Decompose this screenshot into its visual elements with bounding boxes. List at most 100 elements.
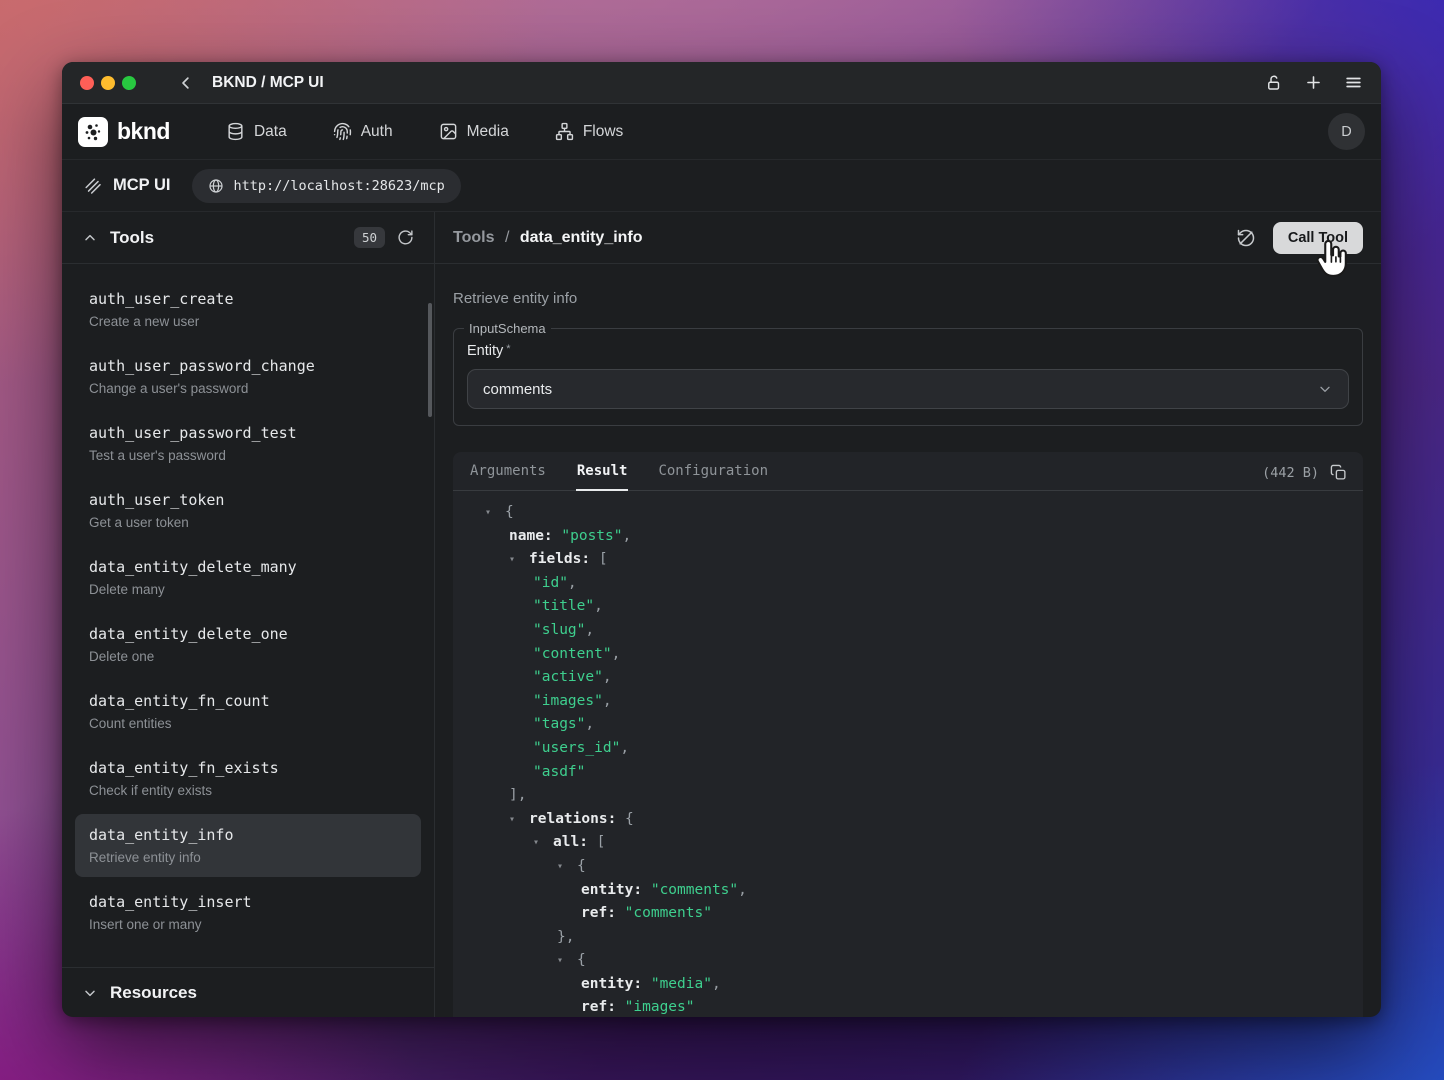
- tool-item-data_entity_info[interactable]: data_entity_info Retrieve entity info: [75, 814, 421, 877]
- breadcrumb: Tools / data_entity_info: [453, 229, 643, 247]
- json-line: ▾{: [469, 501, 1347, 525]
- result-tabs: Arguments Result Configuration: [453, 452, 1363, 491]
- result-size-label: (442 B): [1262, 465, 1319, 481]
- collapse-arrow-icon[interactable]: ▾: [485, 501, 505, 525]
- tool-description: Check if entity exists: [89, 783, 407, 798]
- chevron-down-icon: [1317, 381, 1333, 397]
- json-line: "title",: [469, 595, 1347, 619]
- copy-result-button[interactable]: [1330, 464, 1347, 481]
- tool-name: auth_user_password_test: [89, 424, 407, 442]
- json-line: name: "posts",: [469, 525, 1347, 549]
- tab-configuration[interactable]: Configuration: [657, 452, 769, 491]
- tool-name: data_entity_info: [89, 826, 407, 844]
- tool-description: Retrieve entity info: [89, 850, 407, 865]
- breadcrumb-section[interactable]: Tools: [453, 229, 494, 246]
- copy-icon: [1330, 464, 1347, 481]
- tool-item-data_entity_insert[interactable]: data_entity_insertInsert one or many: [75, 881, 421, 944]
- required-marker: *: [506, 343, 510, 355]
- chevron-up-icon: [82, 230, 98, 246]
- resources-section-header[interactable]: Resources: [62, 967, 434, 1017]
- json-line: "asdf": [469, 761, 1347, 785]
- call-tool-button[interactable]: Call Tool: [1273, 222, 1363, 254]
- new-tab-button[interactable]: [1304, 73, 1323, 92]
- fingerprint-icon: [333, 122, 352, 141]
- brand-name: bknd: [117, 118, 170, 145]
- back-button[interactable]: [177, 74, 195, 92]
- json-line: ▾{: [469, 855, 1347, 879]
- entity-select-value: comments: [483, 381, 552, 398]
- tab-result[interactable]: Result: [576, 452, 629, 491]
- nav-item-media[interactable]: Media: [439, 122, 509, 141]
- maximize-window-button[interactable]: [122, 76, 136, 90]
- menu-icon: [1344, 73, 1363, 92]
- tool-name: auth_user_token: [89, 491, 407, 509]
- tool-name: data_entity_insert: [89, 893, 407, 911]
- nav-item-data[interactable]: Data: [226, 122, 287, 141]
- user-avatar[interactable]: D: [1328, 113, 1365, 150]
- tool-item-data_entity_delete_many[interactable]: data_entity_delete_many Delete many: [75, 546, 421, 609]
- tool-item-auth_user_token[interactable]: auth_user_token Get a user token: [75, 479, 421, 542]
- close-window-button[interactable]: [80, 76, 94, 90]
- json-line: "users_id",: [469, 737, 1347, 761]
- tool-detail-panel: Tools / data_entity_info Call Tool Retri…: [435, 212, 1381, 1017]
- tools-count-badge: 50: [354, 227, 385, 248]
- mcp-bar: MCP UI http://localhost:28623/mcp: [62, 160, 1381, 212]
- resources-section-title: Resources: [110, 983, 197, 1003]
- sidebar-scrollbar-thumb[interactable]: [428, 303, 432, 417]
- window-titlebar: BKND / MCP UI: [62, 62, 1381, 104]
- window-menu-button[interactable]: [1344, 73, 1363, 92]
- entity-select[interactable]: comments: [467, 369, 1349, 409]
- nav-item-label: Data: [254, 123, 287, 141]
- brand[interactable]: bknd: [78, 117, 170, 147]
- tool-description: Delete many: [89, 582, 407, 597]
- tool-item-data_entity_fn_count[interactable]: data_entity_fn_countCount entities: [75, 680, 421, 743]
- collapse-arrow-icon[interactable]: ▾: [557, 855, 577, 879]
- json-line: ▾{: [469, 949, 1347, 973]
- nav-item-flows[interactable]: Flows: [555, 122, 623, 141]
- tab-arguments[interactable]: Arguments: [469, 452, 547, 491]
- collapse-arrow-icon[interactable]: ▾: [533, 831, 553, 855]
- layers-stack-icon: [83, 176, 102, 195]
- json-line: ▾relations: {: [469, 808, 1347, 832]
- collapse-arrow-icon[interactable]: ▾: [509, 808, 529, 832]
- tool-item-auth_user_password_change[interactable]: auth_user_password_change Change a user's…: [75, 345, 421, 408]
- json-result-viewer: ▾{name: "posts",▾fields: ["id","title","…: [453, 491, 1363, 1017]
- history-off-button[interactable]: [1236, 228, 1256, 248]
- server-url-pill[interactable]: http://localhost:28623/mcp: [192, 169, 460, 203]
- nav-items: Data Auth Media Flows: [226, 122, 623, 141]
- refresh-tools-button[interactable]: [397, 229, 414, 246]
- tool-description: Get a user token: [89, 515, 407, 530]
- tools-section-header[interactable]: Tools 50: [62, 212, 434, 264]
- tool-name: auth_user_create: [89, 290, 407, 308]
- tools-section-title: Tools: [110, 228, 154, 248]
- json-line: "tags",: [469, 713, 1347, 737]
- collapse-arrow-icon[interactable]: ▾: [509, 548, 529, 572]
- lock-open-icon: [1265, 74, 1283, 92]
- minimize-window-button[interactable]: [101, 76, 115, 90]
- result-card: ArgumentsResultConfiguration (442 B) ▾{n…: [453, 452, 1363, 1017]
- tool-name: data_entity_delete_many: [89, 558, 407, 576]
- tool-item-auth_user_password_test[interactable]: auth_user_password_testTest a user's pas…: [75, 412, 421, 475]
- history-off-icon: [1236, 228, 1256, 248]
- input-schema-fieldset: InputSchema Entity* comments: [453, 321, 1363, 426]
- json-line: entity: "media",: [469, 973, 1347, 997]
- tool-description: Change a user's password: [89, 381, 407, 396]
- entity-field-label: Entity*: [467, 343, 1349, 359]
- json-line: ▾fields: [: [469, 548, 1347, 572]
- tool-name: data_entity_delete_one: [89, 625, 407, 643]
- app-window: BKND / MCP UI bknd Data Auth Media Flows D: [62, 62, 1381, 1017]
- tool-item-data_entity_fn_exists[interactable]: data_entity_fn_existsCheck if entity exi…: [75, 747, 421, 810]
- tool-detail-header: Tools / data_entity_info Call Tool: [435, 212, 1381, 264]
- json-line: ],: [469, 784, 1347, 808]
- tool-list: auth_user_createCreate a new userauth_us…: [62, 264, 434, 967]
- tool-item-data_entity_delete_one[interactable]: data_entity_delete_oneDelete one: [75, 613, 421, 676]
- json-line: ref: "images": [469, 996, 1347, 1017]
- tool-item-auth_user_create[interactable]: auth_user_createCreate a new user: [75, 278, 421, 341]
- globe-icon: [208, 178, 224, 194]
- tool-name: auth_user_password_change: [89, 357, 407, 375]
- nav-item-label: Flows: [583, 123, 623, 141]
- nav-item-auth[interactable]: Auth: [333, 122, 393, 141]
- nav-item-label: Auth: [361, 123, 393, 141]
- collapse-arrow-icon[interactable]: ▾: [557, 949, 577, 973]
- lock-open-button[interactable]: [1265, 74, 1283, 92]
